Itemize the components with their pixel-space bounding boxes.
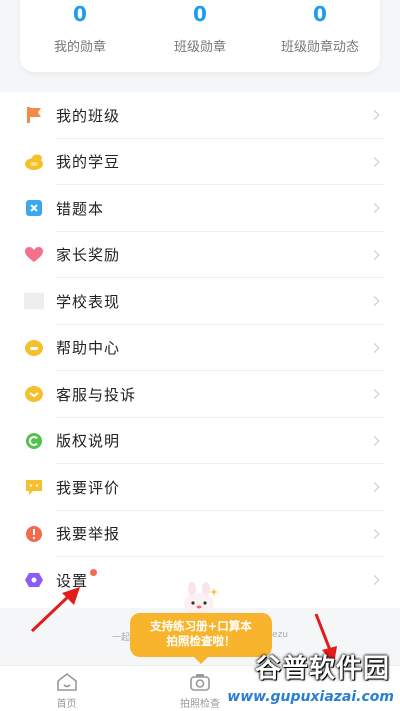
menu-label: 我的学豆 (56, 153, 121, 172)
menu-item-mistake-book[interactable]: 错题本 (0, 185, 400, 232)
tab-photo-check-label: 拍照检查 (179, 699, 220, 710)
menu-label: 学校表现 (56, 292, 121, 311)
menu-item-my-class[interactable]: 我的班级 (0, 92, 400, 139)
promo-line-1: 支持练习册+口算本 (150, 619, 252, 633)
menu-item-my-beans[interactable]: 我的学豆 (0, 139, 400, 186)
my-medals-count: 0 (73, 2, 87, 26)
menu-label: 我要评价 (56, 478, 121, 497)
menu-item-school-performance[interactable]: 学校表现 (0, 278, 400, 325)
menu-item-report[interactable]: 我要举报 (0, 511, 400, 558)
settings-menu-list: 我的班级 我的学豆 错题本 家长奖励 学校表现 帮助中心 客服与投诉 版权说明 … (0, 92, 400, 608)
class-medals-label: 班级勋章 (173, 40, 226, 55)
watermark-title: 谷普软件园 (254, 654, 390, 684)
chevron-right-icon (369, 342, 380, 353)
service-icon (24, 384, 44, 404)
menu-label: 错题本 (56, 199, 105, 218)
home-icon (56, 672, 77, 691)
class-medal-feed-count: 0 (313, 2, 327, 26)
tab-home-label: 首页 (56, 699, 77, 710)
menu-item-copyright[interactable]: 版权说明 (0, 418, 400, 465)
bunny-mascot-icon (184, 582, 218, 615)
class-medals-stat[interactable]: 0 班级勋章 (140, 0, 260, 72)
chevron-right-icon (369, 575, 380, 586)
chevron-right-icon (369, 482, 380, 493)
footer-text-left: 一起 (112, 633, 131, 643)
chevron-right-icon (369, 249, 380, 260)
chevron-right-icon (369, 528, 380, 539)
flag-icon (24, 105, 44, 125)
menu-label: 帮助中心 (56, 339, 121, 358)
watermark-url: www.gupuxiazai.com (227, 689, 394, 705)
class-medals-count: 0 (193, 2, 207, 26)
menu-item-help-center[interactable]: 帮助中心 (0, 325, 400, 372)
chevron-right-icon (369, 110, 380, 121)
annotation-arrow-icon (30, 587, 80, 633)
watermark: 谷普软件园 www.gupuxiazai.com (218, 643, 400, 711)
footer-text-right: ezu (272, 630, 288, 640)
copyright-icon (24, 431, 44, 451)
chevron-right-icon (369, 203, 380, 214)
tab-home[interactable]: 首页 (0, 666, 133, 711)
class-medal-feed-stat[interactable]: 0 班级勋章动态 (260, 0, 380, 72)
menu-label: 我的班级 (56, 106, 121, 125)
help-icon (24, 338, 44, 358)
menu-label: 版权说明 (56, 432, 121, 451)
my-medals-stat[interactable]: 0 我的勋章 (20, 0, 140, 72)
chevron-right-icon (369, 296, 380, 307)
my-medals-label: 我的勋章 (53, 40, 106, 55)
menu-item-rate-us[interactable]: 我要评价 (0, 464, 400, 511)
menu-item-parent-reward[interactable]: 家长奖励 (0, 232, 400, 279)
menu-item-service-complaint[interactable]: 客服与投诉 (0, 371, 400, 418)
blank-icon (24, 291, 44, 311)
notebook-icon (24, 198, 44, 218)
camera-icon (190, 674, 210, 691)
comment-icon (24, 477, 44, 497)
chevron-right-icon (369, 435, 380, 446)
heart-icon (24, 245, 44, 265)
report-icon (24, 524, 44, 544)
menu-label: 客服与投诉 (56, 385, 137, 404)
menu-label: 我要举报 (56, 525, 121, 544)
chevron-right-icon (369, 156, 380, 167)
notification-dot (90, 568, 98, 576)
medal-stats-card: 0 我的勋章 0 班级勋章 0 班级勋章动态 (20, 0, 380, 72)
coins-icon (24, 152, 44, 172)
menu-label: 家长奖励 (56, 246, 121, 265)
chevron-right-icon (369, 389, 380, 400)
class-medal-feed-label: 班级勋章动态 (280, 40, 359, 55)
